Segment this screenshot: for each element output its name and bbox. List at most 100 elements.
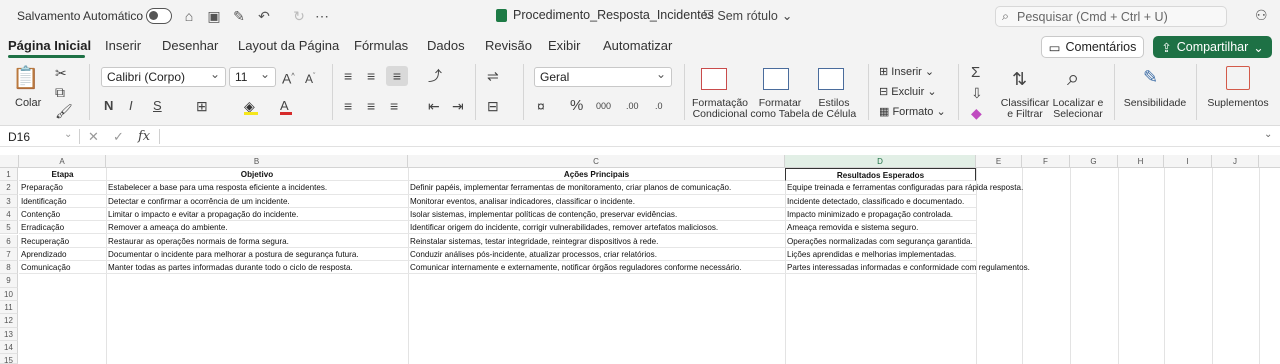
fill-icon[interactable]: ⇩ <box>971 85 983 101</box>
table-cell[interactable]: Partes interessadas informadas e conform… <box>785 261 1030 275</box>
row-header[interactable]: 8 <box>0 261 18 275</box>
table-cell[interactable]: Identificar origem do incidente, corrigi… <box>408 221 785 235</box>
account-icon[interactable]: ⚇ <box>1255 7 1268 24</box>
autosave-toggle[interactable] <box>146 8 172 24</box>
redo-icon[interactable]: ↻ <box>290 7 308 25</box>
name-box[interactable]: D16 <box>8 130 30 144</box>
row-header[interactable]: 2 <box>0 181 18 195</box>
table-cell[interactable]: Identificação <box>19 195 106 208</box>
delete-cells-button[interactable]: ⊟ Excluir ⌄ <box>879 85 937 98</box>
select-all-corner[interactable] <box>0 155 19 168</box>
tab-home[interactable]: Página Inicial <box>8 38 91 53</box>
percent-format-icon[interactable]: % <box>570 98 583 114</box>
row-header[interactable]: 3 <box>0 194 18 208</box>
format-as-table-icon[interactable] <box>763 68 789 90</box>
insert-function-icon[interactable]: fx <box>138 129 150 144</box>
table-cell[interactable]: Monitorar eventos, analisar indicadores,… <box>408 195 785 208</box>
table-cell[interactable]: Preparação <box>19 181 106 195</box>
header-cell[interactable]: Objetivo <box>106 168 408 182</box>
row-header[interactable]: 5 <box>0 221 18 235</box>
enter-icon[interactable]: ✓ <box>113 129 124 145</box>
column-header-b[interactable]: B <box>106 155 408 168</box>
align-top-icon[interactable]: ≡ <box>344 68 352 84</box>
table-cell[interactable]: Operações normalizadas com segurança gar… <box>785 235 976 248</box>
number-format-select[interactable]: Geral <box>534 67 672 87</box>
more-icon[interactable]: ⋯ <box>313 7 331 25</box>
table-cell[interactable]: Aprendizado <box>19 248 106 262</box>
align-middle-icon[interactable]: ≡ <box>367 68 375 84</box>
autosum-icon[interactable]: Σ <box>971 65 980 81</box>
table-cell[interactable]: Definir papéis, implementar ferramentas … <box>408 181 785 195</box>
table-cell[interactable]: Ameaça removida e sistema seguro. <box>785 221 976 235</box>
table-cell[interactable]: Equipe treinada e ferramentas configurad… <box>785 181 1023 195</box>
table-cell[interactable]: Remover a ameaça do ambiente. <box>106 221 408 235</box>
column-header-g[interactable]: G <box>1070 155 1118 168</box>
clear-icon[interactable]: ◆ <box>971 105 982 121</box>
sort-filter-button[interactable]: Classificar e Filtrar <box>1000 98 1050 120</box>
tab-data[interactable]: Dados <box>427 38 465 53</box>
tab-draw[interactable]: Desenhar <box>162 38 218 53</box>
align-center-icon[interactable]: ≡ <box>367 98 375 114</box>
row-header[interactable]: 12 <box>0 314 18 328</box>
table-cell[interactable]: Limitar o impacto e evitar a propagação … <box>106 208 408 222</box>
font-size-select[interactable]: 11 <box>229 67 276 87</box>
font-name-select[interactable]: Calibri (Corpo) <box>101 67 226 87</box>
insert-cells-button[interactable]: ⊞ Inserir ⌄ <box>879 65 934 78</box>
find-select-icon[interactable]: ⌕ <box>1067 66 1079 90</box>
merge-center-icon[interactable]: ⊟ <box>487 98 499 114</box>
comments-button[interactable]: ▭ Comentários <box>1041 36 1144 58</box>
cancel-icon[interactable]: ✕ <box>88 129 99 145</box>
table-cell[interactable]: Reinstalar sistemas, testar integridade,… <box>408 235 785 248</box>
row-header[interactable]: 4 <box>0 207 18 222</box>
align-bottom-icon[interactable]: ≡ <box>386 66 408 86</box>
find-select-button[interactable]: Localizar e Selecionar <box>1050 98 1106 120</box>
column-header-h[interactable]: H <box>1118 155 1164 168</box>
wrap-text-icon[interactable]: ⇌ <box>487 68 499 84</box>
table-cell[interactable]: Isolar sistemas, implementar políticas d… <box>408 208 785 222</box>
home-icon[interactable]: ⌂ <box>180 7 198 25</box>
decrease-indent-icon[interactable]: ⇤ <box>428 98 440 114</box>
addins-icon[interactable] <box>1226 66 1250 90</box>
expand-formula-icon[interactable]: ⌄ <box>1264 129 1272 140</box>
format-cells-button[interactable]: ▦ Formato ⌄ <box>879 105 946 118</box>
increase-decimal-icon[interactable]: .00 <box>626 98 639 114</box>
increase-indent-icon[interactable]: ⇥ <box>452 98 464 114</box>
conditional-formatting-button[interactable]: Formatação Condicional <box>690 98 750 120</box>
tab-formulas[interactable]: Fórmulas <box>354 38 408 53</box>
orientation-icon[interactable]: ⤴ <box>428 68 442 84</box>
row-header[interactable]: 13 <box>0 327 18 341</box>
sensitivity-button[interactable]: Sensibilidade <box>1122 98 1188 109</box>
column-header-c[interactable]: C <box>408 155 785 168</box>
bold-button[interactable]: N <box>104 98 113 114</box>
decrease-decimal-icon[interactable]: .0 <box>655 98 663 114</box>
align-left-icon[interactable]: ≡ <box>344 98 352 114</box>
row-header[interactable]: 10 <box>0 287 18 301</box>
table-cell[interactable]: Restaurar as operações normais de forma … <box>106 235 408 248</box>
table-cell[interactable]: Impacto minimizado e propagação controla… <box>785 208 976 222</box>
row-header[interactable]: 14 <box>0 340 18 355</box>
name-box-dropdown-icon[interactable]: ⌄ <box>64 129 72 140</box>
column-header-a[interactable]: A <box>19 155 106 168</box>
sort-filter-icon[interactable]: ⇅ <box>1012 68 1027 90</box>
column-header-i[interactable]: I <box>1164 155 1212 168</box>
table-cell[interactable]: Erradicação <box>19 221 106 235</box>
italic-button[interactable]: I <box>129 98 133 114</box>
conditional-formatting-icon[interactable] <box>701 68 727 90</box>
sensitivity-icon[interactable]: ✎ <box>1143 66 1158 88</box>
format-as-table-button[interactable]: Formatar como Tabela <box>750 98 810 120</box>
save-as-icon[interactable]: ✎ <box>230 7 248 25</box>
column-header-j[interactable]: J <box>1212 155 1259 168</box>
tab-automate[interactable]: Automatizar <box>603 38 672 53</box>
tab-view[interactable]: Exibir <box>548 38 581 53</box>
table-cell[interactable]: Detectar e confirmar a ocorrência de um … <box>106 195 408 208</box>
table-cell[interactable]: Contenção <box>19 208 106 222</box>
underline-button[interactable]: S <box>153 98 162 114</box>
table-cell[interactable]: Documentar o incidente para melhorar a p… <box>106 248 408 262</box>
header-cell[interactable]: Ações Principais <box>408 168 785 182</box>
column-header-f[interactable]: F <box>1022 155 1070 168</box>
currency-format-icon[interactable]: ¤ <box>537 98 545 114</box>
search-input[interactable]: ⌕ Pesquisar (Cmd + Ctrl + U) <box>995 6 1227 27</box>
paste-icon[interactable]: 📋 <box>12 66 39 90</box>
row-header[interactable]: 6 <box>0 234 18 248</box>
header-cell[interactable]: Etapa <box>19 168 106 182</box>
